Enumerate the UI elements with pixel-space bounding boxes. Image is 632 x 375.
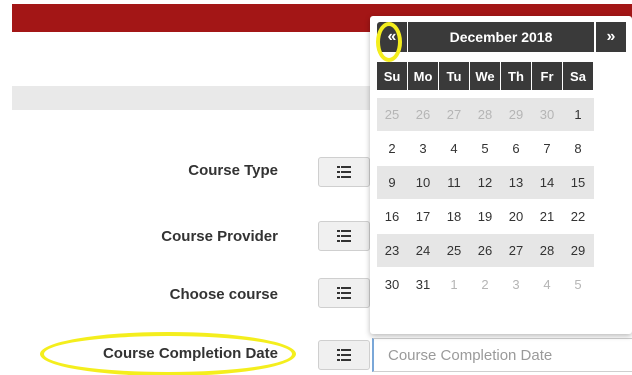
calendar-day[interactable]: 17 bbox=[408, 200, 438, 233]
list-icon bbox=[337, 230, 351, 242]
choose-course-list-button[interactable] bbox=[318, 278, 370, 308]
list-icon bbox=[337, 166, 351, 178]
calendar-day[interactable]: 24 bbox=[408, 234, 438, 267]
calendar-day[interactable]: 5 bbox=[563, 268, 593, 301]
calendar-day[interactable]: 31 bbox=[408, 268, 438, 301]
calendar-day[interactable]: 15 bbox=[563, 166, 593, 199]
calendar-day[interactable]: 22 bbox=[563, 200, 593, 233]
calendar-day[interactable]: 11 bbox=[439, 166, 469, 199]
weekday-label: Su bbox=[377, 62, 407, 90]
calendar-week-row: 23 24 25 26 27 28 29 bbox=[377, 234, 594, 267]
calendar-day[interactable]: 30 bbox=[377, 268, 407, 301]
calendar-day[interactable]: 25 bbox=[439, 234, 469, 267]
calendar-day[interactable]: 21 bbox=[532, 200, 562, 233]
calendar-day[interactable]: 1 bbox=[439, 268, 469, 301]
calendar-day[interactable]: 2 bbox=[470, 268, 500, 301]
calendar-week-row: 30 31 1 2 3 4 5 bbox=[377, 268, 594, 301]
course-provider-label: Course Provider bbox=[161, 228, 278, 245]
calendar-day[interactable]: 20 bbox=[501, 200, 531, 233]
calendar-day[interactable]: 30 bbox=[532, 98, 562, 131]
course-completion-date-list-button[interactable] bbox=[318, 340, 370, 370]
calendar-day[interactable]: 4 bbox=[439, 132, 469, 165]
weekday-label: Sa bbox=[563, 62, 593, 90]
calendar-day[interactable]: 29 bbox=[501, 98, 531, 131]
list-icon bbox=[337, 287, 351, 299]
page: Course Type Course Provider Choose cours… bbox=[0, 0, 632, 375]
calendar-day[interactable]: 27 bbox=[501, 234, 531, 267]
weekday-label: We bbox=[470, 62, 500, 90]
calendar-day[interactable]: 26 bbox=[470, 234, 500, 267]
calendar-day[interactable]: 6 bbox=[501, 132, 531, 165]
course-type-list-button[interactable] bbox=[318, 157, 370, 187]
calendar-day[interactable]: 28 bbox=[470, 98, 500, 131]
calendar-day[interactable]: 2 bbox=[377, 132, 407, 165]
calendar-day[interactable]: 1 bbox=[563, 98, 593, 131]
calendar-week-row: 25 26 27 28 29 30 1 bbox=[377, 98, 594, 131]
calendar-day[interactable]: 14 bbox=[532, 166, 562, 199]
calendar-day[interactable]: 7 bbox=[532, 132, 562, 165]
calendar-week-row: 16 17 18 19 20 21 22 bbox=[377, 200, 594, 233]
calendar-day[interactable]: 29 bbox=[563, 234, 593, 267]
calendar-day[interactable]: 9 bbox=[377, 166, 407, 199]
calendar-week-row: 2345678 bbox=[377, 132, 594, 165]
calendar-day[interactable]: 3 bbox=[501, 268, 531, 301]
weekday-label: Th bbox=[501, 62, 531, 90]
month-title[interactable]: December 2018 bbox=[408, 22, 594, 52]
calendar-day[interactable]: 8 bbox=[563, 132, 593, 165]
weekday-header-row: Su Mo Tu We Th Fr Sa bbox=[377, 62, 594, 90]
weekday-label: Fr bbox=[532, 62, 562, 90]
calendar-day[interactable]: 12 bbox=[470, 166, 500, 199]
calendar-day[interactable]: 5 bbox=[470, 132, 500, 165]
calendar-grid: 25 26 27 28 29 30 1 2 3 4 5 6 7 8 9 10 11 12 13 14 15 16 17 18 1… bbox=[377, 98, 594, 302]
datepicker-header: « December 2018 » bbox=[377, 22, 632, 52]
list-icon bbox=[337, 349, 351, 361]
calendar-day[interactable]: 3 bbox=[408, 132, 438, 165]
course-type-label: Course Type bbox=[188, 162, 278, 179]
highlight-ellipse bbox=[40, 332, 296, 375]
calendar-day[interactable]: 25 bbox=[377, 98, 407, 131]
calendar-day[interactable]: 10 bbox=[408, 166, 438, 199]
course-provider-list-button[interactable] bbox=[318, 221, 370, 251]
calendar-day[interactable]: 16 bbox=[377, 200, 407, 233]
highlight-circle bbox=[376, 22, 402, 62]
weekday-label: Mo bbox=[408, 62, 438, 90]
calendar-week-row: 9 10 11 12 13 14 15 bbox=[377, 166, 594, 199]
weekday-label: Tu bbox=[439, 62, 469, 90]
choose-course-label: Choose course bbox=[169, 286, 278, 303]
next-month-button[interactable]: » bbox=[596, 22, 626, 52]
calendar-day[interactable]: 26 bbox=[408, 98, 438, 131]
calendar-day[interactable]: 13 bbox=[501, 166, 531, 199]
calendar-day[interactable]: 27 bbox=[439, 98, 469, 131]
calendar-day[interactable]: 4 bbox=[532, 268, 562, 301]
calendar-day[interactable]: 28 bbox=[532, 234, 562, 267]
course-completion-date-input[interactable] bbox=[372, 338, 632, 372]
datepicker-popup: « December 2018 » Su Mo Tu We Th Fr Sa 2… bbox=[370, 16, 632, 334]
calendar-day[interactable]: 19 bbox=[470, 200, 500, 233]
calendar-day[interactable]: 23 bbox=[377, 234, 407, 267]
calendar-day[interactable]: 18 bbox=[439, 200, 469, 233]
